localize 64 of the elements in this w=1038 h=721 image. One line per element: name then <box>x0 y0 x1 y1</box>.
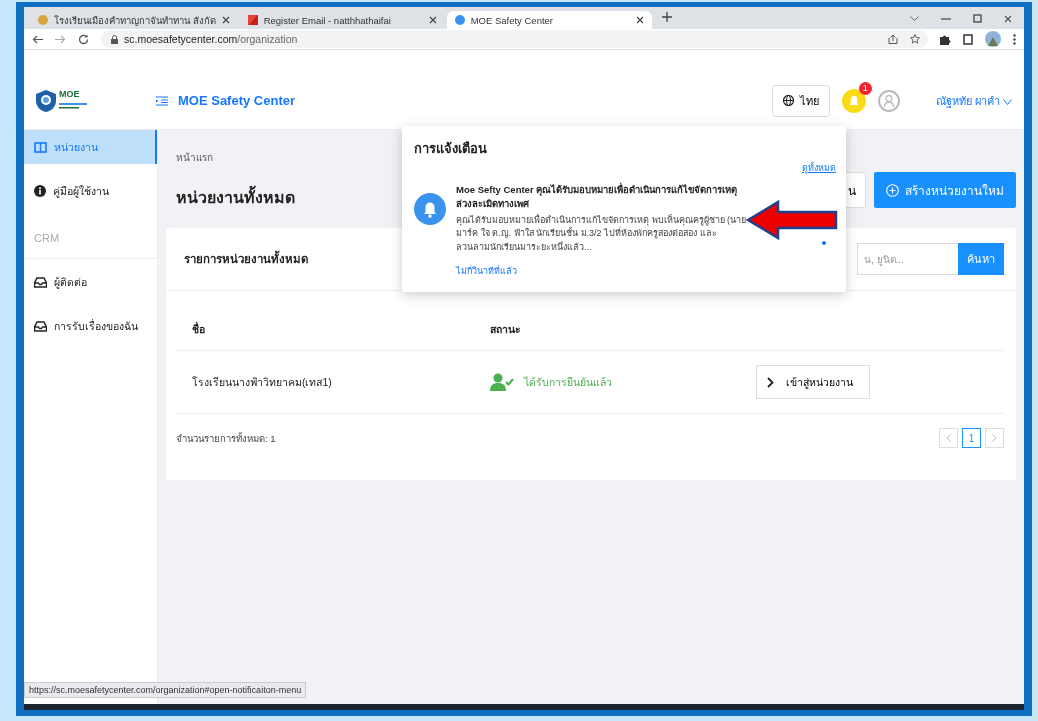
close-icon[interactable] <box>1004 14 1012 23</box>
notification-text: คุณได้รับมอบหมายเพื่อดำเนินการแก้ไขจัดการเหตุ พบเห็นคุณครูผู้ชาย (นายมาร์ค ใจ ด.ญ. ฟ้าใส นักเรียนชั้น ม.3/2 ไปที่ห้องพักครูสองต่อสอง และลวนลามนักเรียนมาระยะหนึ่งแล้ว... <box>456 213 747 254</box>
user-menu[interactable]: ณัฐหทัย ผาคำ <box>935 91 1012 110</box>
inbox-icon <box>34 276 47 288</box>
enter-button[interactable]: เข้าสู่หน่วยงาน <box>756 365 870 399</box>
time-link[interactable]: ไม่กี่วินาทีที่แล้ว <box>456 264 748 279</box>
search-field[interactable]: น, ยูนิต... <box>857 243 958 275</box>
table-cell-text: โรงเรียนนางฟ้าวิทยาคม(เทส1) <box>192 374 332 390</box>
shield-icon <box>36 89 56 112</box>
card-title: รายการหน่วยงานทั้งหมด <box>184 250 308 268</box>
column-header: ชื่อ <box>192 321 205 337</box>
maximize-icon[interactable] <box>973 14 982 23</box>
logo-text: MOE <box>59 90 81 99</box>
address-bar[interactable]: sc.moesafetycenter.com/organization <box>101 30 928 48</box>
chevron-down-icon[interactable] <box>910 16 919 21</box>
reload-icon[interactable] <box>78 33 89 45</box>
lock-icon <box>111 34 118 44</box>
browser-tab[interactable]: โรงเรียนเมืองคำทาญกาจันทำทาน สังกัด <box>30 11 238 29</box>
user-check-icon <box>490 373 514 391</box>
breadcrumb[interactable]: หน้าแรก <box>176 150 295 165</box>
notification-title: Moe Sefty Center คุณได้รับมอบหมายเพื่อดำเนินการแก้ไขจัดการเหตุ ล่วงละเมิดทางเพศ <box>456 183 739 211</box>
puzzle-icon[interactable] <box>940 33 951 45</box>
sidebar-item[interactable]: ผู้ติดต่อ <box>24 265 157 299</box>
chevron-left-icon <box>946 433 951 442</box>
avatar-icon[interactable] <box>985 31 1001 47</box>
table-icon <box>34 141 47 153</box>
chevron-right-icon <box>992 433 997 442</box>
caret-down-icon <box>1003 98 1012 105</box>
status-url: https://sc.moesafetycenter.com/organization#open-notificaiton-menu <box>24 682 307 698</box>
minimize-icon[interactable] <box>941 17 951 20</box>
app-title: MOE Safety Center <box>178 93 296 108</box>
plus-icon[interactable] <box>661 12 672 22</box>
language-button[interactable]: ไทย <box>771 84 830 117</box>
site-icon <box>454 15 465 25</box>
bell-icon <box>414 193 446 225</box>
globe-icon <box>782 95 794 106</box>
menu-icon[interactable] <box>1013 33 1016 45</box>
chevron-right-icon <box>767 376 774 388</box>
sidebar-icon[interactable] <box>963 33 973 45</box>
mail-icon <box>247 15 258 25</box>
close-icon[interactable] <box>635 16 644 24</box>
column-header: สถานะ <box>490 322 521 337</box>
plus-circle-icon <box>886 183 899 197</box>
info-icon <box>34 185 46 197</box>
back-icon[interactable] <box>32 34 43 44</box>
star-icon[interactable] <box>910 34 920 44</box>
total-count: จำนวนรายการทั้งหมด: 1 <box>176 431 276 446</box>
section-label: CRM <box>34 232 60 244</box>
inbox-icon <box>34 320 47 332</box>
logo-tagline-drawing <box>59 103 87 109</box>
close-icon[interactable] <box>221 16 230 24</box>
close-icon[interactable] <box>428 16 437 24</box>
sidebar-item[interactable]: การรับเรื่องของฉัน <box>24 309 157 343</box>
status-text: ได้รับการยืนยันแล้ว <box>524 374 612 390</box>
share-icon[interactable] <box>888 34 898 44</box>
page-title: หน่วยงานทั้งหมด <box>176 185 295 210</box>
sidebar-item[interactable]: คู่มือผู้ใช้งาน <box>24 174 157 208</box>
browser-tab[interactable]: MOE Safety Center <box>446 11 652 29</box>
view-all-link[interactable]: ดูทั้งหมด <box>414 161 836 175</box>
popup-title: การแจ้งเตือน <box>414 140 488 158</box>
notification-badge: 1 <box>858 81 872 95</box>
browser-tab[interactable]: Register Email - natthhathaifai <box>239 11 445 29</box>
site-icon <box>38 15 48 25</box>
menu-fold-icon[interactable] <box>156 95 168 106</box>
